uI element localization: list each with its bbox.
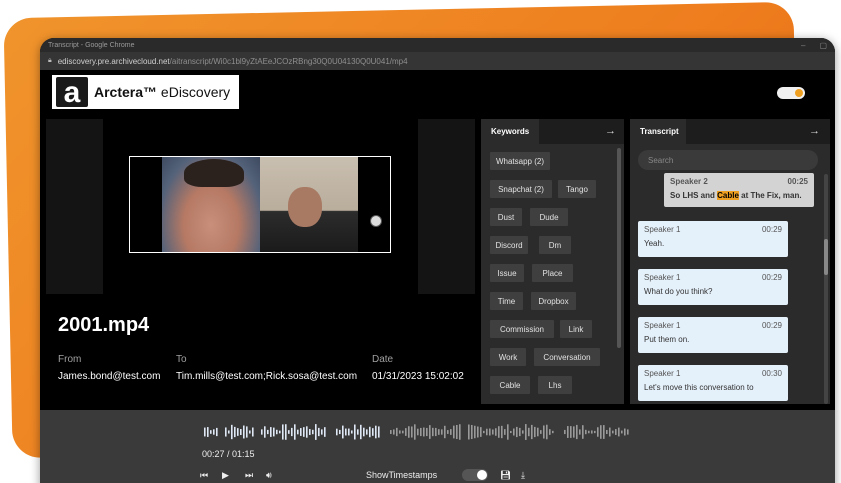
- keyword-chip[interactable]: Snapchat (2): [490, 180, 552, 198]
- address-bar[interactable]: 🔒︎ ediscovery.pre.archivecloud.net/aitra…: [40, 52, 835, 70]
- browser-window: Transcript - Google Chrome – ▢ 🔒︎ ediscov…: [40, 38, 835, 483]
- file-title: 2001.mp4: [58, 314, 150, 336]
- volume-icon[interactable]: 🔊︎: [266, 470, 272, 481]
- window-controls[interactable]: – ▢: [801, 41, 827, 50]
- url-text[interactable]: ediscovery.pre.archivecloud.net/aitransc…: [58, 57, 408, 66]
- keyword-chip[interactable]: Work: [490, 348, 526, 366]
- lock-icon: 🔒︎: [48, 57, 52, 64]
- theme-toggle[interactable]: [777, 87, 805, 99]
- transcript-message[interactable]: Speaker 1 00:29 Put them on.: [638, 317, 788, 353]
- keyword-chip[interactable]: Dust: [490, 208, 522, 226]
- keyword-chip[interactable]: Issue: [490, 264, 524, 282]
- from-value: James.bond@test.com: [58, 371, 161, 382]
- tab-keywords[interactable]: Keywords: [481, 119, 539, 144]
- stage: Transcript - Google Chrome – ▢ 🔒︎ ediscov…: [0, 0, 841, 483]
- keywords-panel: Keywords → Whatsapp (2) Snapchat (2) Tan…: [481, 119, 624, 404]
- transcript-scrollbar-thumb[interactable]: [824, 239, 828, 275]
- skip-back-icon[interactable]: ⏮︎: [200, 470, 208, 481]
- audio-player: 00:27 / 01:15 ⏮︎ ▶︎ ⏭︎ 🔊︎ ShowTimestamps…: [40, 410, 835, 483]
- video-frame: [129, 156, 391, 253]
- video-panel: [46, 119, 475, 294]
- participant-1-video: [162, 157, 260, 252]
- timestamps-toggle[interactable]: [462, 469, 488, 481]
- tab-transcript[interactable]: Transcript: [630, 119, 686, 144]
- date-value: 01/31/2023 15:02:02: [372, 371, 464, 382]
- participant-2-video: [260, 157, 358, 252]
- keyword-chip[interactable]: Commission: [490, 320, 554, 338]
- export-arrow-icon[interactable]: →: [605, 125, 616, 137]
- transcript-message[interactable]: Speaker 1 00:29 Yeah.: [638, 221, 788, 257]
- video-player[interactable]: [103, 119, 418, 294]
- logo-mark-icon: a: [56, 77, 88, 107]
- keyword-chip[interactable]: Conversation: [534, 348, 600, 366]
- keyword-chip[interactable]: Place: [532, 264, 573, 282]
- keyword-highlight: Cable: [717, 191, 739, 200]
- main-content: 2001.mp4 From James.bond@test.com To Tim…: [40, 114, 835, 410]
- to-label: To: [176, 354, 187, 365]
- timestamps-label: ShowTimestamps: [366, 470, 438, 480]
- keyword-chip[interactable]: Dropbox: [531, 292, 576, 310]
- keywords-scrollbar[interactable]: [617, 148, 621, 348]
- keywords-list: Whatsapp (2) Snapchat (2) Tango Dust Dud…: [481, 144, 624, 404]
- skip-forward-icon[interactable]: ⏭︎: [245, 470, 253, 481]
- transcript-message[interactable]: Speaker 1 00:30 Let's move this conversat…: [638, 365, 788, 401]
- brand-logo[interactable]: a Arctera™ eDiscovery: [52, 75, 239, 109]
- transcript-list: Search Speaker 2 00:25 So LHS and Cable a…: [630, 144, 830, 404]
- toggle-knob: [795, 89, 803, 97]
- waveform[interactable]: [202, 423, 632, 441]
- export-arrow-icon[interactable]: →: [809, 125, 820, 137]
- keyword-chip[interactable]: Cable: [490, 376, 530, 394]
- keyword-chip[interactable]: Whatsapp (2): [490, 152, 550, 170]
- transcript-scrollbar-track[interactable]: [824, 174, 828, 404]
- play-icon[interactable]: ▶︎: [222, 470, 229, 481]
- keyword-chip[interactable]: Lhs: [538, 376, 572, 394]
- minimize-icon[interactable]: –: [801, 41, 805, 50]
- date-label: Date: [372, 354, 394, 365]
- to-value: Tim.mills@test.com;Rick.sosa@test.com: [176, 371, 358, 382]
- from-label: From: [58, 354, 82, 365]
- transcript-panel: Transcript → Search Speaker 2 00:25 So LH…: [630, 119, 830, 404]
- title-bar: Transcript - Google Chrome – ▢: [40, 38, 835, 52]
- keyword-chip[interactable]: Time: [490, 292, 523, 310]
- keyword-chip[interactable]: Link: [560, 320, 592, 338]
- keyword-chip[interactable]: Tango: [558, 180, 596, 198]
- brand-name: Arctera™ eDiscovery: [94, 84, 231, 100]
- keyword-chip[interactable]: Dm: [539, 236, 571, 254]
- download-icon[interactable]: ⤓: [521, 470, 525, 481]
- transcript-message[interactable]: Speaker 1 00:29 What do you think?: [638, 269, 788, 305]
- playback-time: 00:27 / 01:15: [202, 449, 255, 459]
- search-input[interactable]: Search: [638, 150, 818, 170]
- maximize-icon[interactable]: ▢: [819, 41, 827, 50]
- keyword-chip[interactable]: Discord: [490, 236, 528, 254]
- wall-clock: [370, 215, 382, 227]
- transcript-message[interactable]: Speaker 2 00:25 So LHS and Cable at The F…: [664, 173, 814, 207]
- app-header: a Arctera™ eDiscovery: [40, 70, 835, 114]
- keyword-chip[interactable]: Dude: [530, 208, 568, 226]
- save-icon[interactable]: 💾︎: [500, 470, 511, 481]
- window-title: Transcript - Google Chrome: [48, 41, 135, 49]
